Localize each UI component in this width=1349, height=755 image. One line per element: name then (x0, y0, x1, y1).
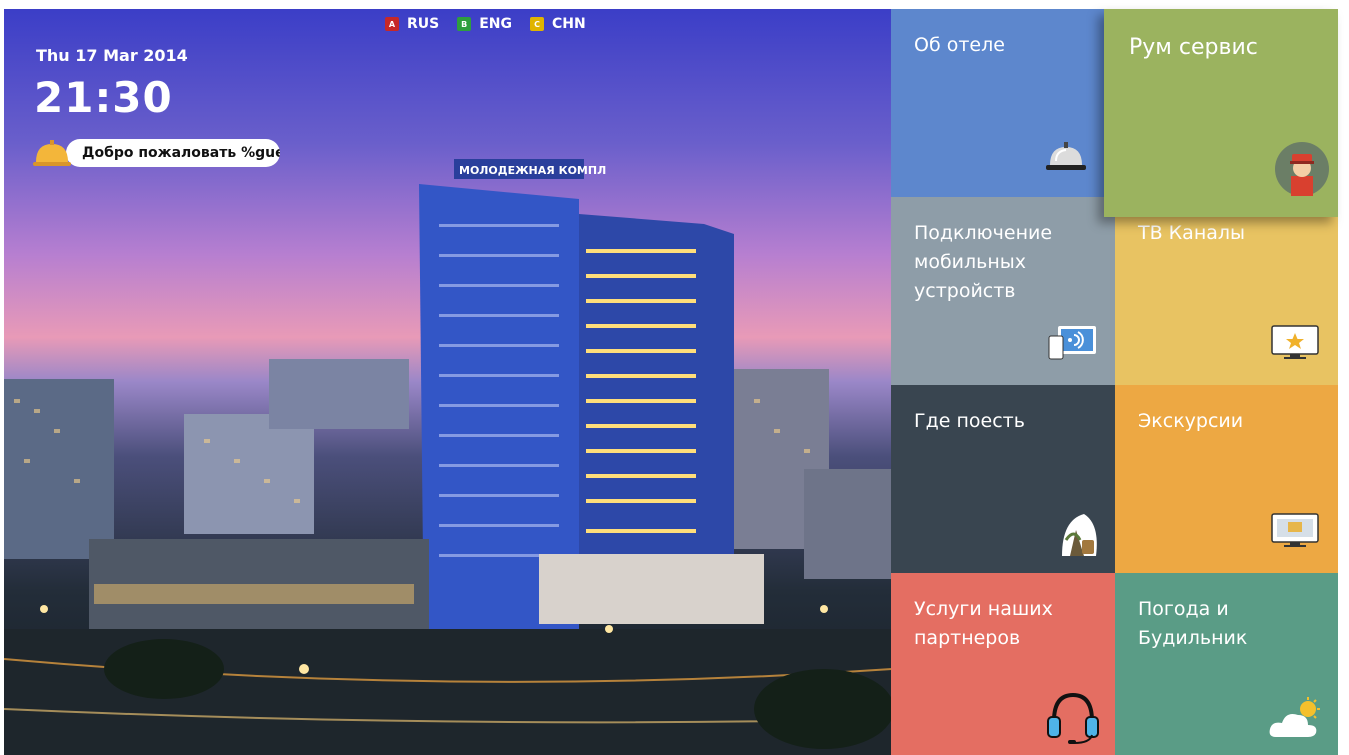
tile-where-to-eat[interactable]: Где поесть (891, 385, 1115, 573)
lang-key-a: A (385, 17, 399, 31)
language-bar: A RUS B ENG C CHN (385, 16, 586, 32)
lang-key-c: C (530, 17, 545, 31)
tile-partner-services[interactable]: Услуги наших партнеров (891, 573, 1115, 755)
lang-label: ENG (479, 16, 513, 32)
tile-label: Экскурсии (1138, 410, 1244, 432)
lang-eng-button[interactable]: B ENG (457, 16, 512, 32)
mobile-connect-icon (1048, 326, 1096, 360)
current-date: Thu 17 Mar 2014 (36, 46, 188, 65)
service-bell-icon (1046, 142, 1086, 170)
tile-room-service[interactable]: Рум сервис (1104, 9, 1338, 217)
lang-key-b: B (457, 17, 472, 31)
tile-about-hotel[interactable]: Об отеле (891, 9, 1115, 197)
tile-tv-channels[interactable]: ТВ Каналы (1115, 197, 1338, 385)
tile-label: Рум сервис (1129, 35, 1258, 60)
monitor-icon (1271, 513, 1319, 547)
tile-label: Где поесть (914, 410, 1025, 432)
bellboy-icon (1275, 142, 1329, 196)
lang-label: RUS (407, 16, 440, 32)
tile-weather-alarm[interactable]: Погода и Будильник (1115, 573, 1338, 755)
building-sign: МОЛОДЕЖНАЯ КОМПЛ (459, 164, 606, 177)
service-bell-icon (30, 136, 74, 170)
tile-label: Погода и Будильник (1138, 598, 1248, 649)
tile-label: Подключение мобильных устройств (914, 222, 1053, 302)
tile-excursions[interactable]: Экскурсии (1115, 385, 1338, 573)
tile-label: Услуги наших партнеров (914, 598, 1053, 649)
lang-chn-button[interactable]: C CHN (530, 16, 586, 32)
weather-icon (1269, 697, 1320, 737)
tv-star-icon (1271, 325, 1319, 359)
lang-label: CHN (552, 16, 586, 32)
headset-icon (1047, 692, 1099, 744)
tile-label: ТВ Каналы (1138, 222, 1246, 244)
tile-mobile-connect[interactable]: Подключение мобильных устройств (891, 197, 1115, 385)
dining-icon (1062, 514, 1097, 556)
current-time: 21:30 (34, 73, 173, 122)
tile-label: Об отеле (914, 34, 1005, 56)
lang-rus-button[interactable]: A RUS (385, 16, 439, 32)
welcome-text: Добро пожаловать %guestname% (66, 139, 280, 167)
welcome-banner: Добро пожаловать %guestname% (30, 136, 280, 170)
